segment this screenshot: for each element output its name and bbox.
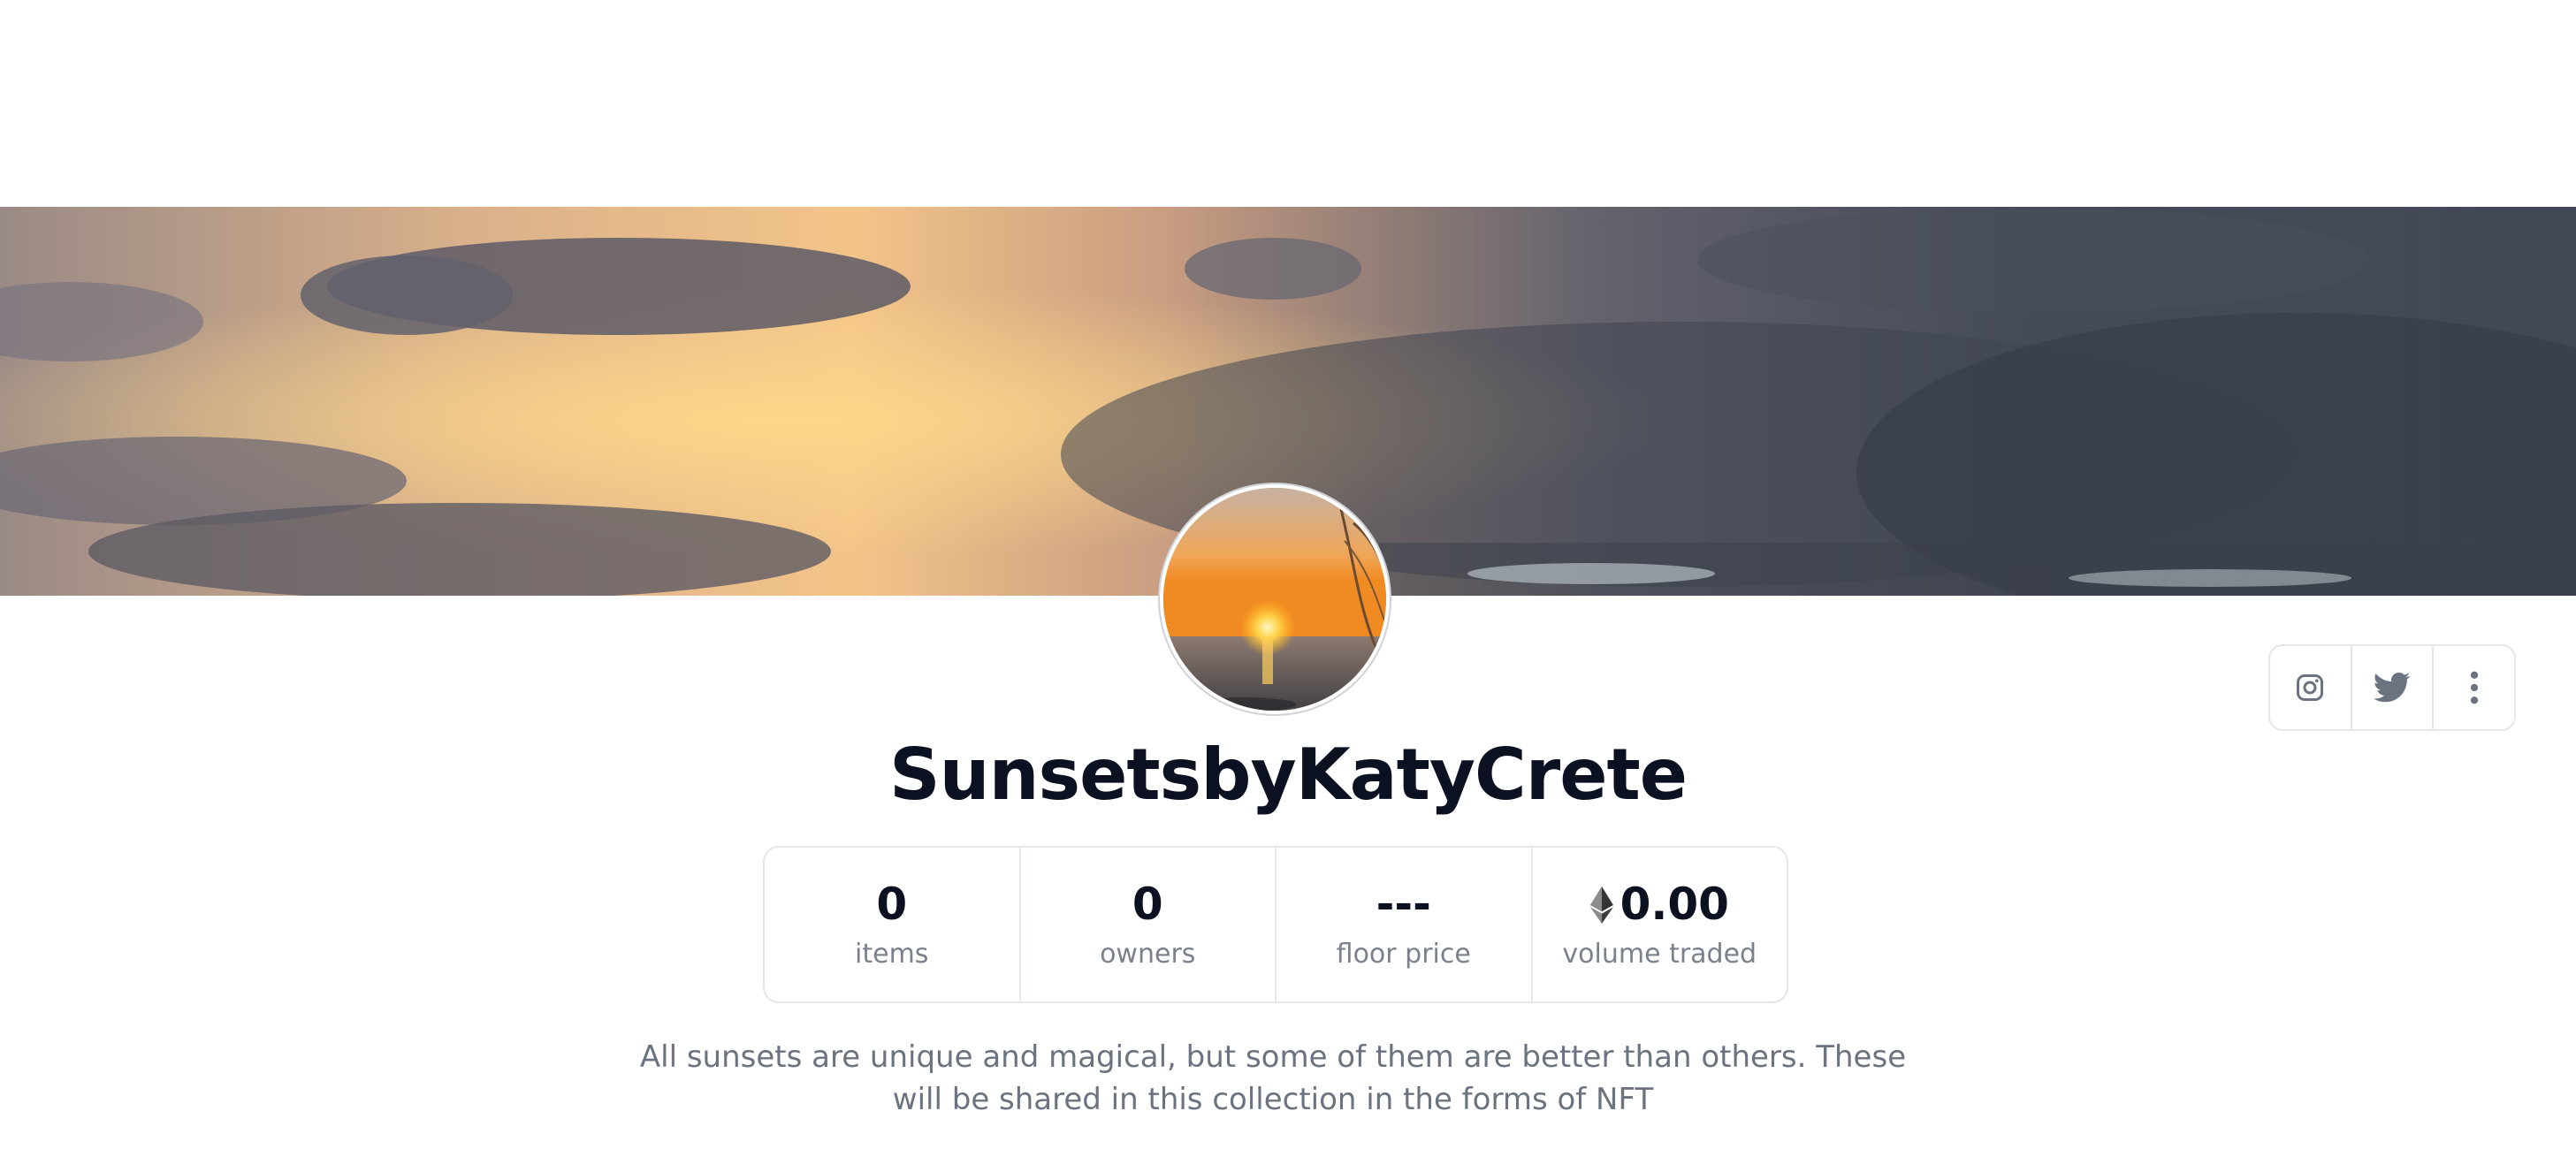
stat-volume-traded-value: 0.00	[1620, 878, 1729, 930]
collection-avatar	[1160, 484, 1390, 714]
stat-floor-price-label: floor price	[1336, 939, 1471, 970]
header-area	[0, 0, 2576, 207]
more-vertical-icon	[2470, 671, 2478, 704]
stat-floor-price: --- floor price	[1277, 848, 1533, 1001]
twitter-icon	[2374, 672, 2411, 703]
stat-items-label: items	[855, 939, 929, 970]
stat-owners-label: owners	[1100, 939, 1196, 970]
ethereum-icon	[1589, 886, 1613, 924]
collection-page: SunsetsbyKatyCrete 0 items 0 owners --- …	[0, 0, 2576, 1149]
stat-volume-traded: 0.00 volume traded	[1533, 848, 1787, 1001]
stat-items-value: 0	[876, 878, 908, 930]
instagram-button[interactable]	[2270, 646, 2352, 729]
collection-stats: 0 items 0 owners --- floor price 0.00 vo…	[763, 846, 1788, 1003]
sunset-avatar-image	[1163, 488, 1386, 711]
stat-owners-value: 0	[1132, 878, 1163, 930]
stat-volume-traded-value-row: 0.00	[1589, 878, 1729, 931]
more-options-button[interactable]	[2434, 646, 2514, 729]
stat-volume-traded-label: volume traded	[1562, 939, 1757, 970]
stat-floor-price-value: ---	[1376, 878, 1431, 930]
social-links-group	[2268, 644, 2516, 731]
stat-owners: 0 owners	[1021, 848, 1277, 1001]
stat-items: 0 items	[765, 848, 1021, 1001]
twitter-button[interactable]	[2352, 646, 2435, 729]
collection-title: SunsetsbyKatyCrete	[889, 734, 1688, 816]
collection-description: All sunsets are unique and magical, but …	[639, 1039, 1907, 1117]
instagram-icon	[2297, 674, 2324, 701]
